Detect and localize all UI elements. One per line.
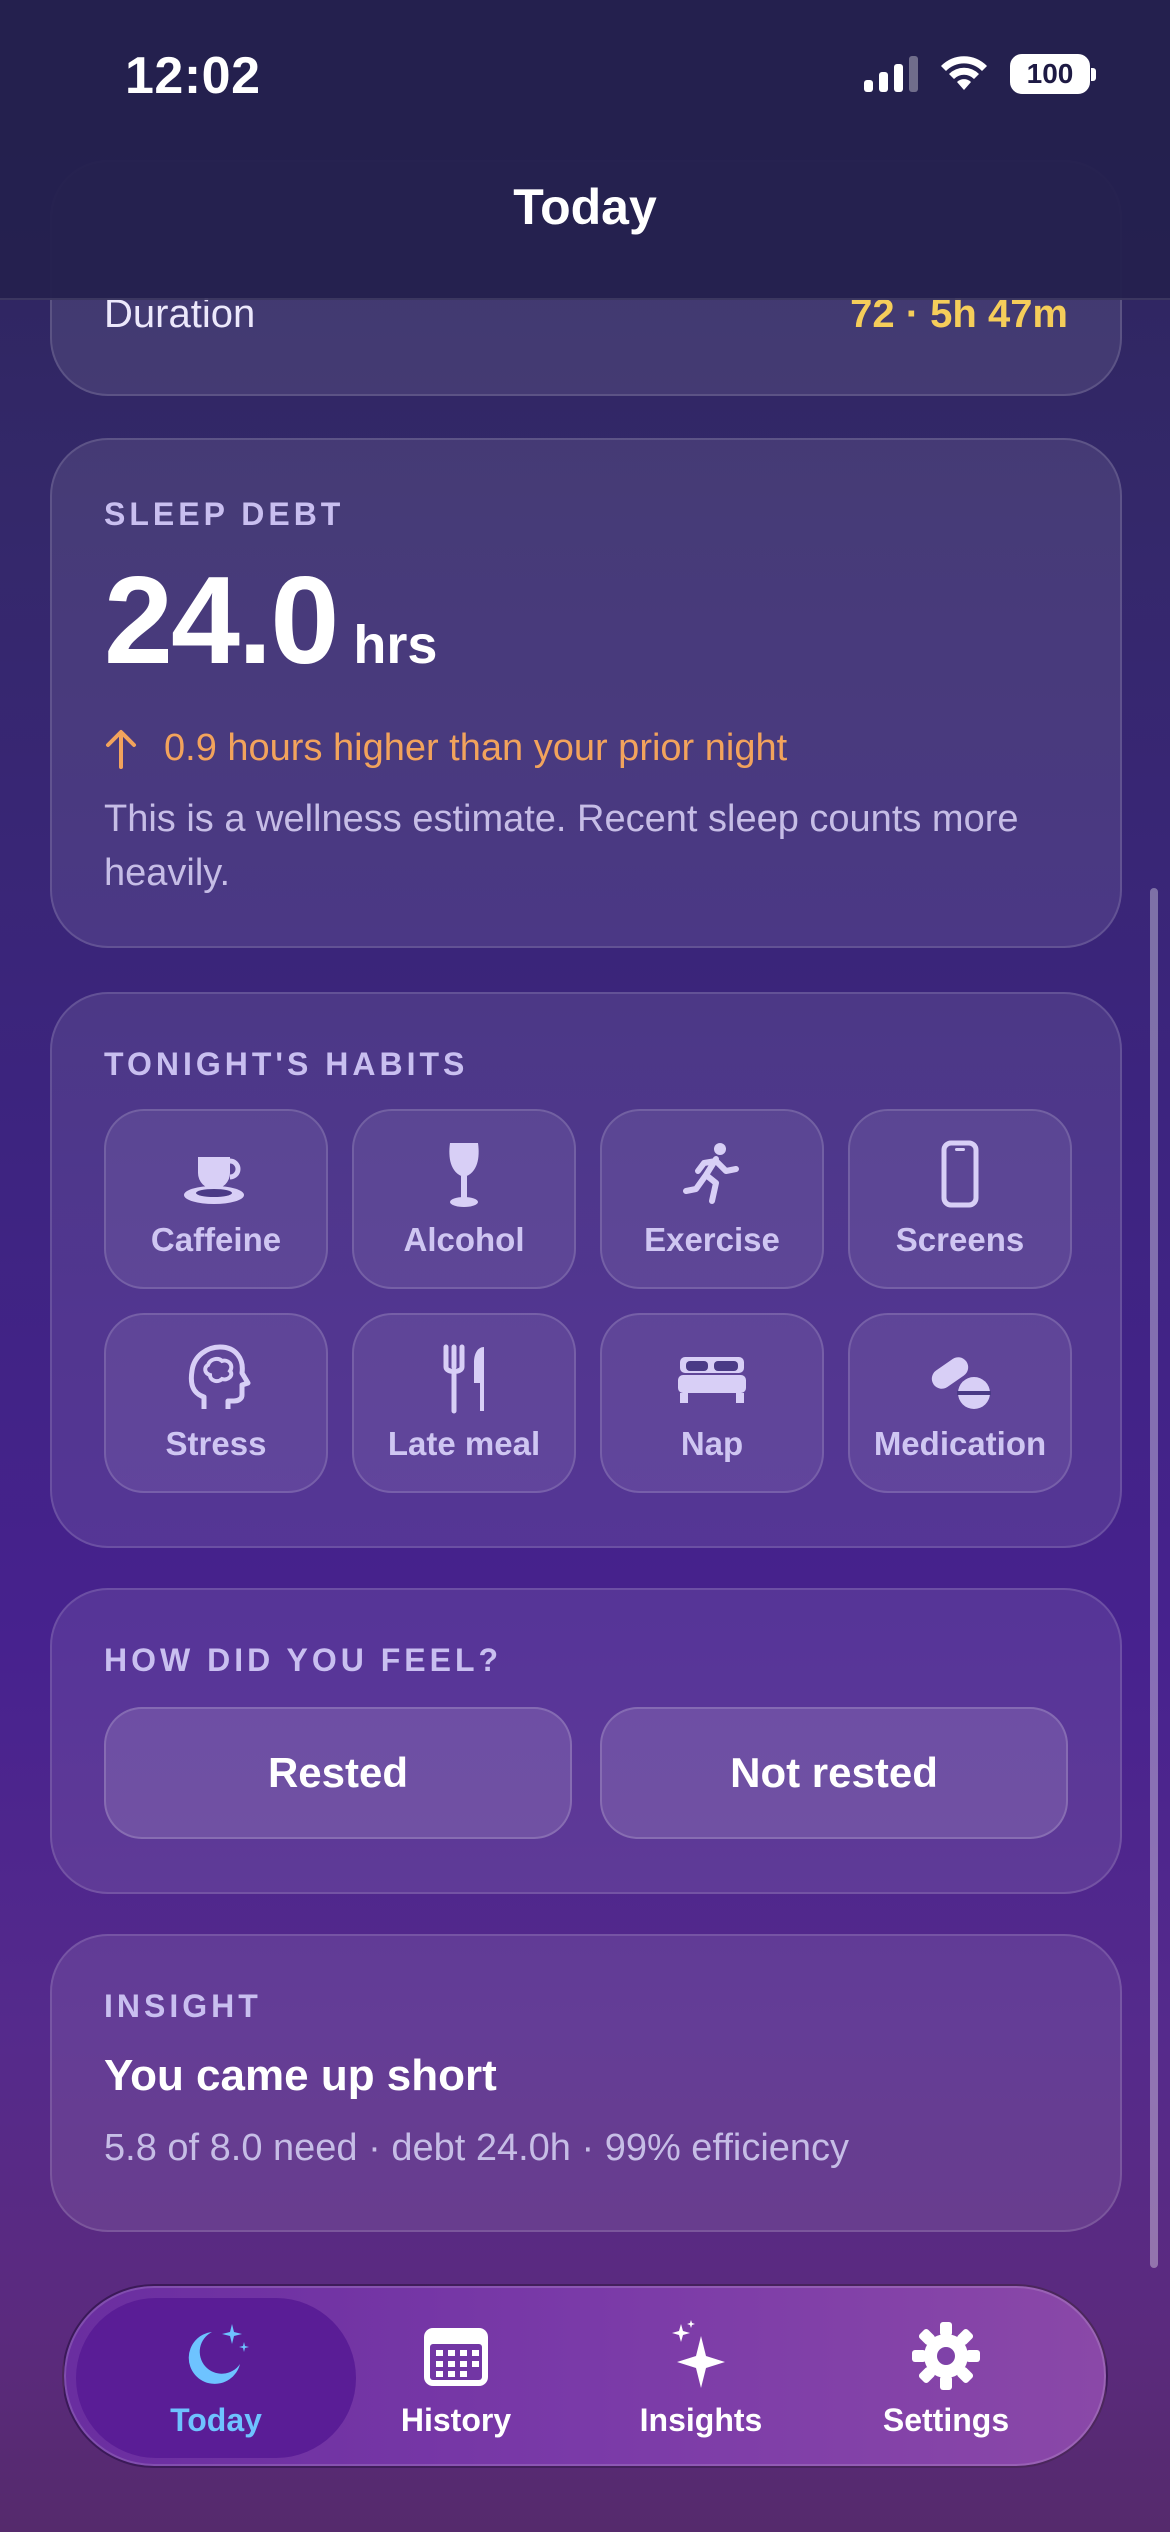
habit-medication-button[interactable]: Medication: [848, 1313, 1072, 1493]
page-title: Today: [513, 179, 657, 235]
habit-label: Exercise: [644, 1221, 780, 1258]
habit-label: Alcohol: [403, 1221, 525, 1258]
habit-grid: Caffeine Alcohol Exercise Screens Stress…: [104, 1109, 1072, 1493]
sleep-debt-card: SLEEP DEBT 24.0 hrs 0.9 hours higher tha…: [50, 438, 1122, 948]
feel-label: HOW DID YOU FEEL?: [104, 1642, 503, 1678]
tab-settings[interactable]: Settings: [806, 2298, 1086, 2458]
wifi-icon: [941, 56, 987, 90]
bed-icon: [678, 1357, 746, 1403]
sleep-debt-value: 24.0: [104, 552, 339, 690]
sleep-debt-unit: hrs: [353, 615, 438, 675]
habit-alcohol-button[interactable]: Alcohol: [352, 1109, 576, 1289]
top-bar: 12:02 100 Today: [0, 0, 1170, 300]
tab-insights[interactable]: Insights: [561, 2298, 841, 2458]
calendar-icon: [424, 2327, 488, 2386]
not-rested-button[interactable]: Not rested: [600, 1707, 1068, 1839]
sleep-debt-label: SLEEP DEBT: [104, 496, 345, 532]
sleep-debt-note: This is a wellness estimate. Recent slee…: [104, 798, 1019, 894]
tab-label: Insights: [639, 2401, 763, 2438]
running-icon: [683, 1143, 739, 1204]
rested-button[interactable]: Rested: [104, 1707, 572, 1839]
sleep-debt-change-text: 0.9 hours higher than your prior night: [164, 727, 788, 769]
fork-knife-icon: [443, 1344, 484, 1414]
insight-label: INSIGHT: [104, 1988, 262, 2024]
tab-label: Settings: [882, 2401, 1010, 2438]
brain-head-icon: [188, 1344, 251, 1409]
status-time: 12:02: [125, 47, 261, 105]
insight-title: You came up short: [104, 2051, 497, 2100]
tab-label: History: [400, 2401, 512, 2438]
tab-bar: Today History Insights Settings: [62, 2284, 1108, 2468]
habit-caffeine-button[interactable]: Caffeine: [104, 1109, 328, 1289]
feel-options: Rested Not rested: [104, 1707, 1068, 1839]
tab-label: Today: [170, 2401, 262, 2438]
sleep-debt-change: 0.9 hours higher than your prior night: [104, 727, 1068, 770]
habit-label: Screens: [895, 1221, 1025, 1258]
arrow-up-icon: [106, 729, 136, 769]
tab-history[interactable]: History: [316, 2298, 596, 2458]
scrollbar[interactable]: [1150, 888, 1158, 2268]
insight-card[interactable]: INSIGHT You came up short 5.8 of 8.0 nee…: [50, 1934, 1122, 2232]
habit-label: Stress: [165, 1425, 267, 1462]
feel-card: HOW DID YOU FEEL? Rested Not rested: [50, 1588, 1122, 1894]
moon-stars-icon: [188, 2323, 249, 2384]
phone-icon: [941, 1140, 979, 1208]
wine-glass-icon: [449, 1143, 479, 1207]
habit-label: Medication: [873, 1425, 1047, 1462]
tab-today[interactable]: Today: [76, 2298, 356, 2458]
sleep-debt-value-row: 24.0 hrs: [104, 559, 1068, 683]
habit-label: Caffeine: [150, 1221, 282, 1258]
habit-late-meal-button[interactable]: Late meal: [352, 1313, 576, 1493]
habits-card: TONIGHT'S HABITS Caffeine Alcohol Exerci…: [50, 992, 1122, 1548]
battery-icon: 100: [1010, 54, 1096, 94]
status-icons: 100: [864, 54, 1096, 94]
gear-icon: [912, 2321, 980, 2390]
habits-label: TONIGHT'S HABITS: [104, 1046, 469, 1082]
sparkles-icon: [672, 2319, 725, 2388]
habit-nap-button[interactable]: Nap: [600, 1313, 824, 1493]
habit-label: Nap: [680, 1425, 744, 1462]
habit-stress-button[interactable]: Stress: [104, 1313, 328, 1493]
cellular-signal-icon: [864, 56, 918, 92]
habit-label: Late meal: [387, 1425, 541, 1462]
insight-detail: 5.8 of 8.0 need · debt 24.0h · 99% effic…: [104, 2127, 850, 2169]
cup-icon: [184, 1157, 244, 1204]
pills-icon: [931, 1357, 991, 1409]
habit-screens-button[interactable]: Screens: [848, 1109, 1072, 1289]
habit-exercise-button[interactable]: Exercise: [600, 1109, 824, 1289]
